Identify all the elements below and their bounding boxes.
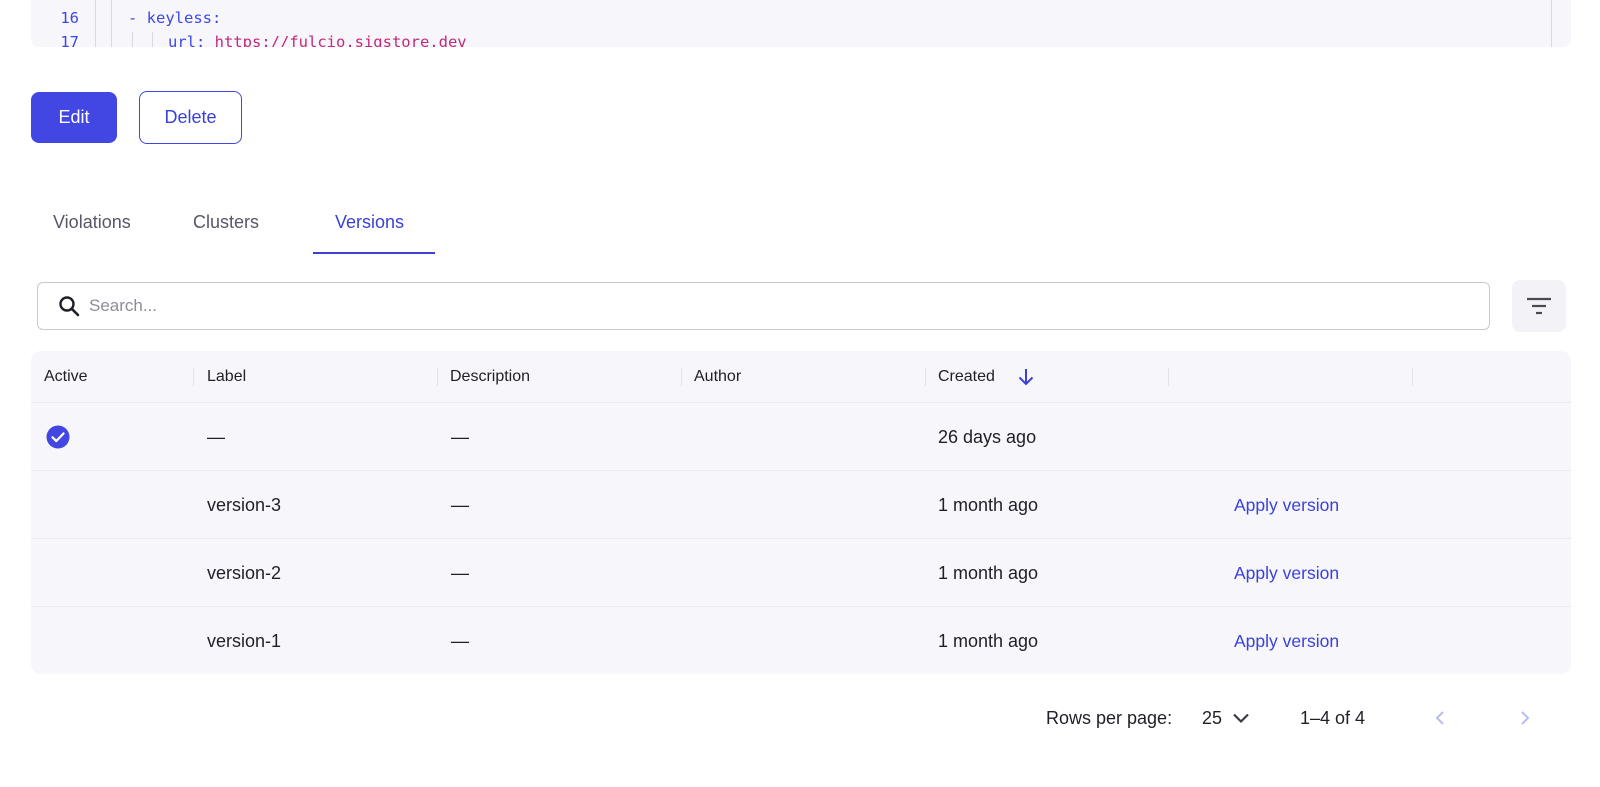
created-cell: 26 days ago — [938, 426, 1037, 447]
apply-version-link[interactable]: Apply version — [1234, 607, 1339, 674]
table-row[interactable]: version-2 — 1 month ago Apply version — [31, 539, 1571, 607]
line-number: 17 — [60, 33, 79, 47]
column-divider — [1168, 368, 1169, 386]
pagination-range: 1–4 of 4 — [1300, 707, 1366, 728]
column-divider — [437, 368, 438, 386]
previous-page-button[interactable] — [1430, 700, 1450, 736]
code-string: https://fulcio.sigstore.dev — [214, 33, 467, 47]
table-row[interactable]: version-1 — 1 month ago Apply version — [31, 607, 1571, 674]
column-divider — [1412, 368, 1413, 386]
code-scroll-edge — [1551, 0, 1552, 47]
code-key: url: — [168, 33, 215, 47]
code-dash: - — [128, 9, 147, 27]
table-header: Active Label Description Author Created — [31, 351, 1571, 403]
chevron-left-icon — [1435, 711, 1444, 725]
column-divider — [681, 368, 682, 386]
delete-button[interactable]: Delete — [139, 91, 242, 144]
created-cell: 1 month ago — [938, 562, 1039, 583]
filter-button[interactable] — [1512, 280, 1566, 332]
description-cell: — — [451, 630, 469, 651]
label-cell: version-1 — [207, 630, 282, 651]
tab-bar: Violations Clusters Versions — [31, 198, 435, 254]
description-cell: — — [451, 562, 469, 583]
column-divider — [925, 368, 926, 386]
search-input[interactable] — [89, 296, 1389, 316]
column-divider — [193, 368, 194, 386]
tab-clusters[interactable]: Clusters — [165, 198, 313, 254]
column-header-author[interactable]: Author — [694, 351, 741, 403]
chevron-down-icon — [1233, 713, 1249, 724]
label-cell: — — [207, 426, 225, 447]
label-cell: version-2 — [207, 562, 282, 583]
code-line: 17 url: https://fulcio.sigstore.dev — [31, 30, 467, 47]
line-number: 16 — [60, 9, 79, 27]
code-key: keyless: — [146, 9, 222, 27]
next-page-button[interactable] — [1515, 700, 1535, 736]
table-row[interactable]: version-3 — 1 month ago Apply version — [31, 471, 1571, 539]
filter-icon — [1527, 297, 1551, 315]
chevron-right-icon — [1521, 711, 1530, 725]
created-cell: 1 month ago — [938, 494, 1039, 515]
table-row[interactable]: — — 26 days ago — [31, 403, 1571, 471]
edit-button[interactable]: Edit — [31, 92, 117, 143]
rows-per-page-label: Rows per page: — [1046, 707, 1173, 728]
column-header-active[interactable]: Active — [44, 351, 88, 403]
apply-version-link[interactable]: Apply version — [1234, 471, 1339, 539]
search-icon — [59, 296, 80, 317]
code-editor: 16 - keyless: 17 url: https://fulcio.sig… — [31, 0, 1571, 47]
label-cell: version-3 — [207, 494, 282, 515]
tab-violations[interactable]: Violations — [31, 198, 165, 254]
column-header-created[interactable]: Created — [938, 351, 1035, 403]
versions-table: Active Label Description Author Created … — [31, 351, 1571, 674]
active-cell — [46, 403, 70, 471]
tab-versions[interactable]: Versions — [313, 198, 435, 254]
description-cell: — — [451, 426, 469, 447]
created-cell: 1 month ago — [938, 630, 1039, 651]
column-header-created-label: Created — [938, 368, 995, 385]
column-header-label[interactable]: Label — [207, 351, 246, 403]
apply-version-link[interactable]: Apply version — [1234, 539, 1339, 607]
search-box — [37, 282, 1490, 330]
code-line: 16 - keyless: — [31, 6, 221, 30]
rows-per-page-select[interactable]: 25 — [1202, 700, 1250, 736]
column-header-description[interactable]: Description — [450, 351, 530, 403]
arrow-down-icon — [1018, 369, 1034, 386]
description-cell: — — [451, 494, 469, 515]
rows-per-page-value: 25 — [1202, 707, 1223, 728]
check-circle-icon — [46, 425, 70, 449]
